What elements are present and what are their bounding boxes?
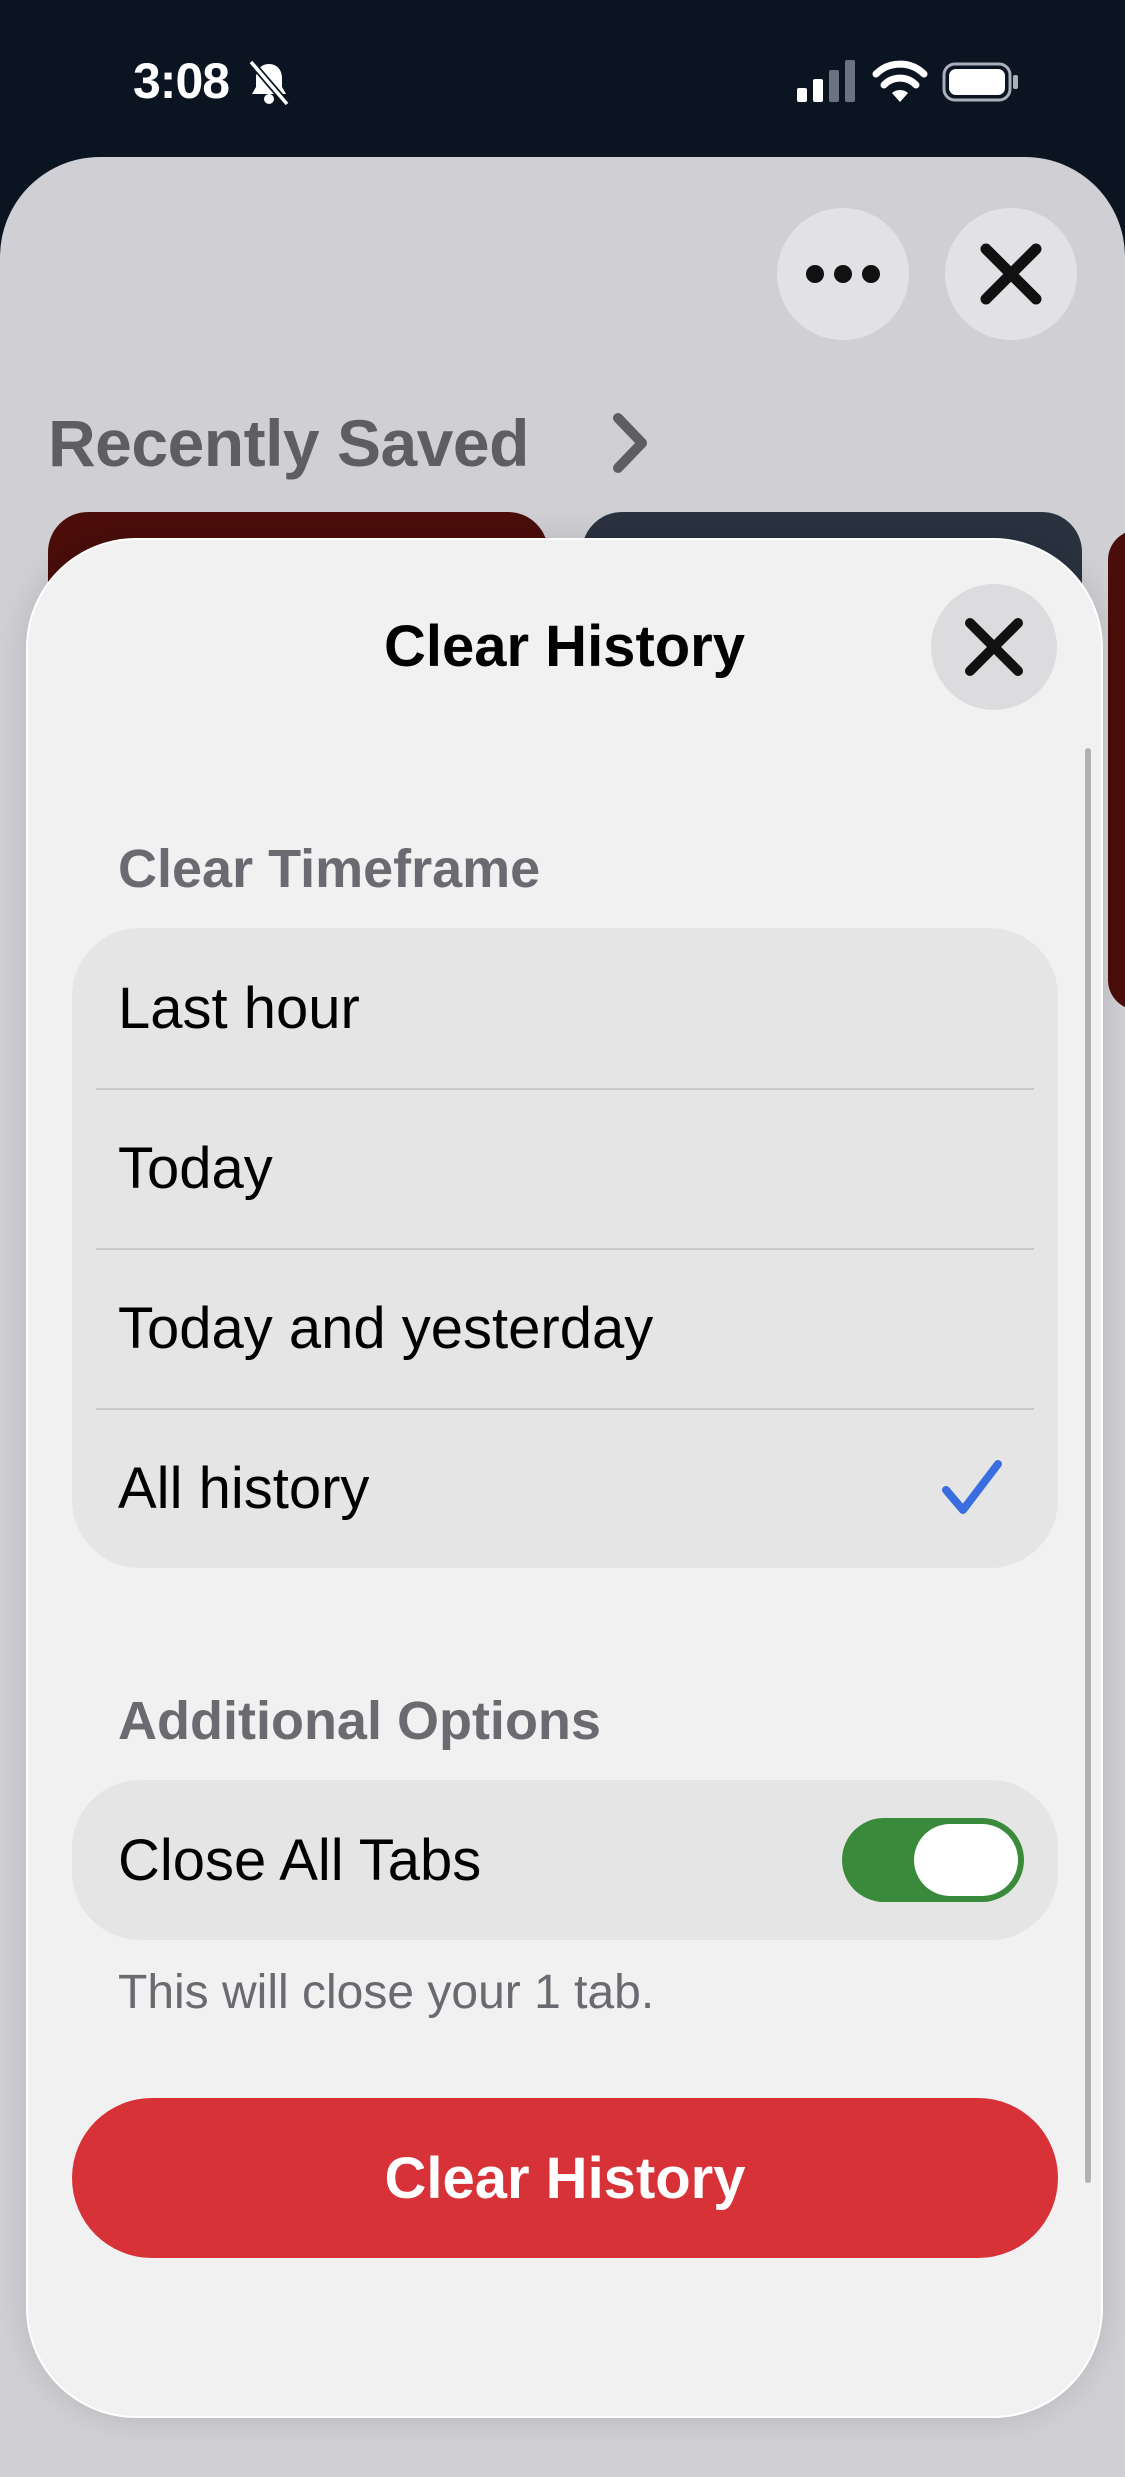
- close-all-tabs-row: Close All Tabs: [72, 1780, 1058, 1940]
- recently-saved-title[interactable]: Recently Saved: [48, 405, 529, 481]
- option-label: Last hour: [118, 975, 360, 1041]
- modal-close-button[interactable]: [931, 584, 1057, 710]
- toggle-knob: [914, 1824, 1018, 1896]
- saved-thumbnail[interactable]: [1108, 530, 1125, 1010]
- timeframe-option-today[interactable]: Today: [72, 1088, 1058, 1248]
- bell-slash-icon: [248, 59, 290, 107]
- option-label: Today: [118, 1135, 273, 1201]
- timeframe-option-today-and-yesterday[interactable]: Today and yesterday: [72, 1248, 1058, 1408]
- cellular-signal-icon: [797, 60, 855, 102]
- close-all-tabs-toggle[interactable]: [842, 1818, 1024, 1902]
- option-label: All history: [118, 1455, 370, 1521]
- close-tabs-note: This will close your 1 tab.: [118, 1966, 655, 2019]
- clear-history-sheet: Clear History Clear Timeframe Last hour …: [26, 538, 1103, 2418]
- close-saved-button[interactable]: [945, 208, 1077, 340]
- close-icon: [980, 243, 1042, 305]
- more-icon: [806, 265, 880, 283]
- timeframe-option-last-hour[interactable]: Last hour: [72, 928, 1058, 1088]
- wifi-icon: [872, 60, 928, 102]
- more-button[interactable]: [777, 208, 909, 340]
- close-icon: [965, 618, 1023, 676]
- scrollbar[interactable]: [1085, 748, 1091, 2183]
- status-bar: 3:08: [0, 0, 1125, 160]
- additional-options-header: Additional Options: [118, 1691, 601, 1751]
- option-label: Today and yesterday: [118, 1295, 654, 1361]
- chevron-right-icon: [613, 413, 647, 473]
- clear-history-button[interactable]: Clear History: [72, 2098, 1058, 2258]
- clear-timeframe-header: Clear Timeframe: [118, 839, 541, 899]
- status-time: 3:08: [133, 53, 230, 109]
- battery-icon: [942, 62, 1018, 102]
- additional-options-list: Close All Tabs: [72, 1780, 1058, 1940]
- timeframe-list: Last hour Today Today and yesterday All …: [72, 928, 1058, 1568]
- timeframe-option-all-history[interactable]: All history: [72, 1408, 1058, 1568]
- checkmark-icon: [942, 1460, 1002, 1514]
- close-all-tabs-label: Close All Tabs: [118, 1827, 482, 1893]
